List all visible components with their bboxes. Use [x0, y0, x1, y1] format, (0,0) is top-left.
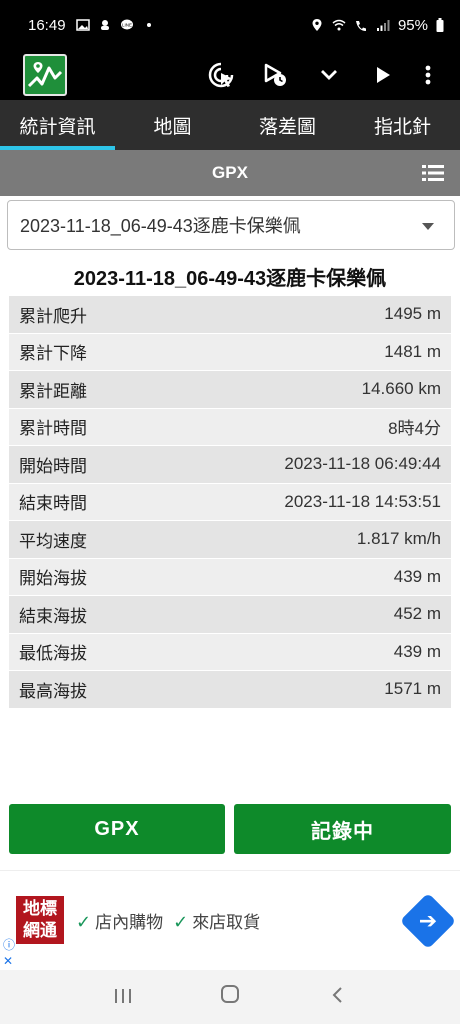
- app-logo: [23, 54, 67, 96]
- ad-feature-pickup: ✓ 來店取貨: [173, 912, 261, 932]
- play-icon: [377, 67, 390, 83]
- dot-icon: [146, 23, 151, 27]
- play-timer-icon: [264, 63, 286, 86]
- gallery-icon: [75, 19, 90, 31]
- ad-banner[interactable]: 地標 網通 ✓ 店內購物 ✓ 來店取貨 ➔ ⓘ ✕: [0, 870, 460, 970]
- battery-icon: [436, 18, 444, 32]
- ad-logo[interactable]: 地標 網通: [16, 896, 64, 944]
- list-icon[interactable]: [422, 164, 444, 182]
- track-title: 2023-11-18_06-49-43逐鹿卡保樂佩: [73, 268, 387, 290]
- gpx-header-bar: GPX: [0, 150, 460, 196]
- recent-apps-button[interactable]: [103, 984, 143, 1010]
- stat-row-min-elevation: 最低海拔 439 m: [9, 633, 451, 671]
- stat-row-start-elevation: 開始海拔 439 m: [9, 558, 451, 596]
- tab-map[interactable]: 地圖: [115, 100, 230, 150]
- tab-bar: 統計資訊 地圖 落差圖 指北針: [0, 100, 460, 150]
- system-navigation-bar: [0, 970, 460, 1024]
- tab-label: 指北針: [373, 116, 431, 138]
- ad-close-icon[interactable]: ✕: [3, 953, 15, 969]
- ad-info-icon[interactable]: ⓘ: [3, 937, 15, 953]
- recording-button[interactable]: 記錄中: [234, 804, 451, 854]
- stat-value: 2023-11-18 14:53:51: [284, 491, 441, 511]
- home-button[interactable]: [210, 984, 250, 1010]
- dropdown-caret-icon: [422, 223, 434, 230]
- chevron-down-icon: [321, 70, 337, 80]
- stat-row-total-descent: 累計下降 1481 m: [9, 333, 451, 371]
- stat-row-end-time: 結束時間 2023-11-18 14:53:51: [9, 483, 451, 521]
- play-button[interactable]: [356, 50, 410, 100]
- wifi-icon: [332, 19, 346, 31]
- ad-info-icons[interactable]: ⓘ ✕: [3, 937, 15, 969]
- recent-apps-icon: [115, 989, 132, 1003]
- stat-value: 452 m: [393, 604, 441, 624]
- stat-row-max-elevation: 最高海拔 1571 m: [9, 671, 451, 709]
- more-options-button[interactable]: [410, 50, 446, 100]
- track-target-icon: [208, 62, 234, 88]
- track-target-button[interactable]: [194, 50, 248, 100]
- track-select-dropdown[interactable]: 2023-11-18_06-49-43逐鹿卡保樂佩: [7, 200, 455, 250]
- play-timer-button[interactable]: [248, 50, 302, 100]
- stat-value: 1495 m: [384, 304, 441, 324]
- home-icon: [220, 985, 239, 1003]
- stat-label: 開始海拔: [19, 569, 87, 589]
- tab-label: 統計資訊: [19, 116, 96, 138]
- notification-icon: [100, 20, 109, 30]
- stat-label: 累計時間: [19, 419, 87, 439]
- stat-label: 開始時間: [19, 456, 87, 476]
- stat-label: 平均速度: [19, 531, 87, 551]
- ad-feature-instore: ✓ 店內購物: [76, 912, 164, 932]
- stat-row-total-distance: 累計距離 14.660 km: [9, 371, 451, 409]
- status-bar: 16:49 LINE 95%: [0, 0, 460, 50]
- gpx-button[interactable]: GPX: [9, 804, 225, 854]
- tab-compass[interactable]: 指北針: [345, 100, 460, 150]
- stat-value: 439 m: [393, 641, 441, 661]
- stat-value: 1.817 km/h: [356, 529, 441, 549]
- line-app-icon: LINE: [120, 19, 133, 30]
- location-icon: [312, 19, 322, 31]
- stat-label: 累計下降: [19, 344, 87, 364]
- status-time: 16:49: [28, 16, 66, 34]
- tab-elevation-profile[interactable]: 落差圖: [230, 100, 345, 150]
- stat-row-end-elevation: 結束海拔 452 m: [9, 596, 451, 634]
- stat-label: 結束海拔: [19, 606, 87, 626]
- back-button[interactable]: [317, 984, 357, 1010]
- stat-label: 最低海拔: [19, 644, 87, 664]
- dropdown-selected-value: 2023-11-18_06-49-43逐鹿卡保樂佩: [20, 216, 301, 236]
- app-bar: [0, 50, 460, 100]
- stat-value: 2023-11-18 06:49:44: [284, 454, 441, 474]
- expand-button[interactable]: [302, 50, 356, 100]
- tab-label: 地圖: [153, 116, 192, 138]
- svg-text:LINE: LINE: [122, 23, 132, 28]
- stats-table: 累計爬升 1495 m 累計下降 1481 m 累計距離 14.660 km 累計時間…: [9, 296, 451, 709]
- tab-label: 落差圖: [258, 116, 316, 138]
- wifi-call-icon: [355, 21, 366, 31]
- more-vert-icon: [425, 65, 431, 85]
- stat-row-start-time: 開始時間 2023-11-18 06:49:44: [9, 446, 451, 484]
- stat-label: 最高海拔: [19, 681, 87, 701]
- directions-arrow-icon: ➔: [418, 908, 438, 933]
- battery-percent: 95%: [397, 16, 428, 34]
- checkmark-icon: ✓: [76, 912, 92, 932]
- stat-value: 439 m: [393, 566, 441, 586]
- stat-label: 結束時間: [19, 494, 87, 514]
- ad-features: ✓ 店內購物 ✓ 來店取貨: [76, 908, 260, 933]
- stat-row-total-time: 累計時間 8時4分: [9, 408, 451, 446]
- stat-value: 8時4分: [388, 419, 441, 439]
- tab-statistics[interactable]: 統計資訊: [0, 100, 115, 150]
- stat-value: 1481 m: [384, 341, 441, 361]
- mountain-chart-icon: [27, 62, 63, 88]
- stat-value: 14.660 km: [361, 379, 441, 399]
- stat-row-average-speed: 平均速度 1.817 km/h: [9, 521, 451, 559]
- stat-value: 1571 m: [384, 679, 441, 699]
- stat-row-total-ascent: 累計爬升 1495 m: [9, 296, 451, 334]
- stat-label: 累計爬升: [19, 306, 87, 326]
- gpx-header-title: GPX: [212, 163, 248, 182]
- stat-label: 累計距離: [19, 381, 87, 401]
- checkmark-icon: ✓: [173, 912, 189, 932]
- back-icon: [332, 987, 342, 1003]
- signal-icon: [376, 20, 390, 31]
